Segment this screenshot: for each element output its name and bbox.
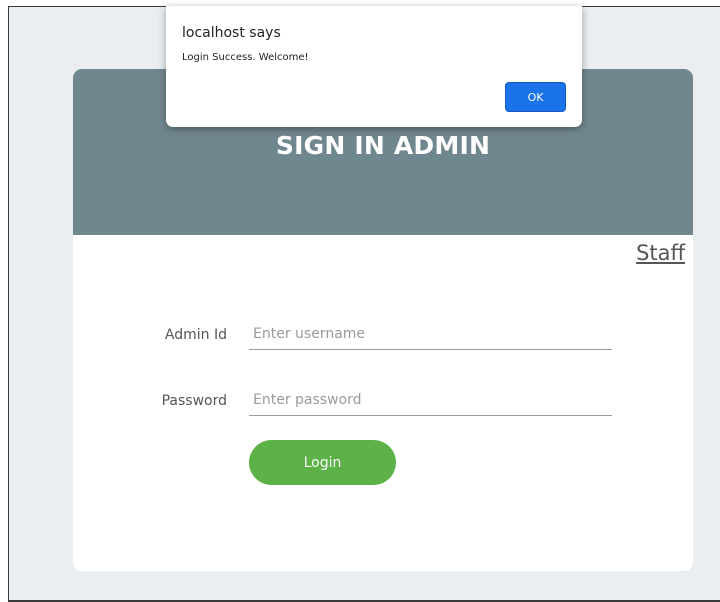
password-input[interactable] [249,384,612,416]
staff-link[interactable]: Staff [636,241,685,265]
alert-dialog: localhost says Login Success. Welcome! O… [166,6,582,127]
signin-card: SIGN IN ADMIN Staff Admin Id Password Lo… [73,69,693,571]
dialog-ok-button[interactable]: OK [505,82,566,112]
admin-id-label: Admin Id [164,327,227,343]
admin-id-input[interactable] [249,318,612,350]
dialog-title: localhost says [182,25,281,41]
dialog-message: Login Success. Welcome! [182,52,309,63]
login-button[interactable]: Login [249,440,396,485]
page-title: SIGN IN ADMIN [275,131,491,160]
password-label: Password [161,393,227,409]
